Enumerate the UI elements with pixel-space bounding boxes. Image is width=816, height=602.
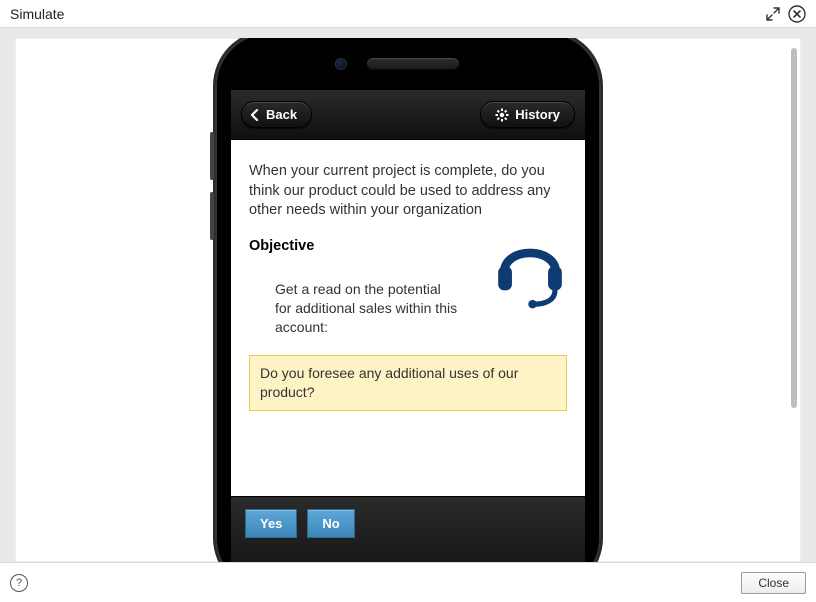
phone-speaker (367, 58, 459, 70)
back-button[interactable]: Back (241, 101, 312, 128)
phone-side-button-2 (210, 192, 214, 240)
history-button-label: History (515, 107, 560, 122)
close-icon[interactable] (788, 5, 806, 23)
dialog-footer: ? Close (0, 562, 816, 602)
prompt-box: Do you foresee any additional uses of ou… (249, 355, 567, 411)
headset-icon (487, 225, 573, 318)
scrollbar[interactable] (791, 48, 797, 408)
objective-text: Get a read on the potential for addition… (249, 256, 459, 337)
close-button[interactable]: Close (741, 572, 806, 594)
workspace: Back (0, 28, 816, 562)
phone-frame: Back (215, 38, 601, 562)
help-glyph: ? (16, 577, 22, 589)
help-icon[interactable]: ? (10, 574, 28, 592)
objective-section: Objective Get a read on the potential fo… (249, 235, 567, 337)
dialog-header: Simulate (0, 0, 816, 28)
dialog-title: Simulate (10, 6, 64, 22)
app-navbar: Back (231, 90, 585, 140)
dialog-header-actions (764, 5, 806, 23)
preview-canvas: Back (15, 38, 801, 562)
expand-icon[interactable] (764, 5, 782, 23)
app-action-bar: Yes No (231, 496, 585, 562)
app-body: When your current project is complete, d… (231, 140, 585, 423)
no-button[interactable]: No (307, 509, 354, 538)
phone-camera (335, 58, 347, 70)
history-button[interactable]: History (480, 101, 575, 128)
phone-screen: Back (231, 90, 585, 562)
back-button-label: Back (266, 107, 297, 122)
question-text: When your current project is complete, d… (249, 162, 567, 221)
gear-icon (495, 108, 509, 122)
phone-side-button-1 (210, 132, 214, 180)
chevron-left-icon (250, 109, 260, 121)
prompt-text: Do you foresee any additional uses of ou… (260, 365, 518, 400)
yes-button[interactable]: Yes (245, 509, 297, 538)
